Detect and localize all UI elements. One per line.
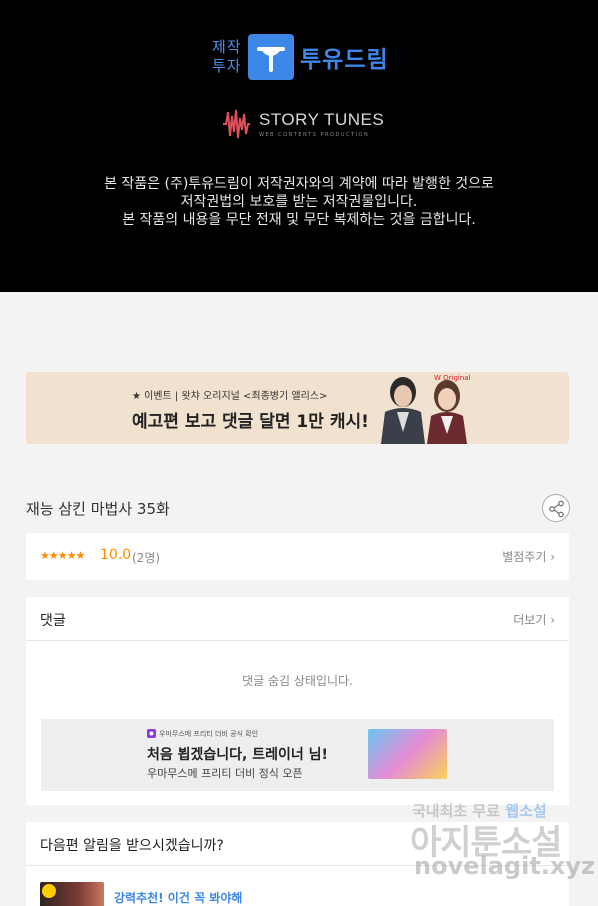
event-banner[interactable]: ★ 이벤트 | 왓챠 오리지널 <최종병기 앨리스> 예고편 보고 댓글 달면 … xyxy=(26,372,569,444)
comments-header: 댓글 더보기 › xyxy=(26,597,569,641)
rate-button[interactable]: 별점주기 › xyxy=(502,548,555,565)
studio-subtitle: WEB CONTENTS PRODUCTION xyxy=(259,132,370,138)
studio-name: STORY TUNES xyxy=(259,110,385,129)
studio-logo: STORY TUNES WEB CONTENTS PRODUCTION xyxy=(221,106,384,142)
ad-game-image xyxy=(368,729,447,779)
clock-icon xyxy=(42,884,56,898)
publisher-role-invest: 투자 xyxy=(212,57,242,75)
sound-wave-icon xyxy=(223,109,250,139)
banner-headline: 예고편 보고 댓글 달면 1만 캐시! xyxy=(132,412,369,432)
ad-caption: 우마무스메 프리티 더비 공식 확인 xyxy=(159,730,259,738)
banner-characters-image xyxy=(381,377,467,444)
share-button[interactable] xyxy=(542,494,570,522)
episode-title: 재능 삼킨 마법사 35화 xyxy=(26,500,170,518)
publisher-logo: 제작 투자 투유드림 xyxy=(212,34,389,80)
game-logo-icon xyxy=(147,729,156,738)
copyright-hero: 제작 투자 투유드림 STORY TUNES WEB CONTENTS PROD… xyxy=(0,0,598,292)
recommend-thumbnail xyxy=(40,882,104,906)
banner-brand-tag: W Original xyxy=(434,374,471,382)
rating-score: 10.0 xyxy=(100,547,132,563)
recommend-item[interactable]: 강력추천! 이건 꼭 봐야해 xyxy=(40,882,242,906)
comments-title: 댓글 xyxy=(40,613,66,629)
game-ad-banner[interactable]: 우마무스메 프리티 더비 공식 확인 처음 뵙겠습니다, 트레이너 님! 우마무… xyxy=(41,719,554,791)
comments-card: 댓글 더보기 › 댓글 숨김 상태입니다. 우마무스메 프리티 더비 공식 확인… xyxy=(26,597,569,805)
ad-subtitle: 우마무스메 프리티 더비 정식 오픈 xyxy=(147,767,303,780)
publisher-role-label: 제작 투자 xyxy=(212,38,248,76)
copyright-notice: 본 작품은 (주)투유드림이 저작권자와의 계약에 따라 발행한 것으로 저작권… xyxy=(0,175,598,229)
ad-headline: 처음 뵙겠습니다, 트레이너 님! xyxy=(147,747,328,763)
rating-count: (2명) xyxy=(132,551,161,565)
share-icon xyxy=(549,500,564,518)
recommend-label: 강력추천! 이건 꼭 봐야해 xyxy=(114,890,243,905)
notice-line: 본 작품은 (주)투유드림이 저작권자와의 계약에 따라 발행한 것으로 xyxy=(104,176,494,192)
notice-line: 저작권법의 보호를 받는 저작권물입니다. xyxy=(180,194,418,210)
watermark-url: novelagit.xyz xyxy=(414,852,596,880)
notice-line: 본 작품의 내용을 무단 전재 및 무단 복제하는 것을 금합니다. xyxy=(122,212,476,228)
rating-stars: ★★★★★ xyxy=(40,549,85,562)
publisher-mark-icon xyxy=(248,34,294,80)
banner-event-label: ★ 이벤트 | 왓챠 오리지널 <최종병기 앨리스> xyxy=(132,391,328,402)
notify-question: 다음편 알림을 받으시겠습니까? xyxy=(40,838,224,854)
comments-more-link[interactable]: 더보기 › xyxy=(513,611,555,628)
rating-card: ★★★★★ 10.0 (2명) 별점주기 › xyxy=(26,533,569,580)
publisher-role-produce: 제작 xyxy=(212,38,242,56)
comments-hidden-message: 댓글 숨김 상태입니다. xyxy=(242,674,353,688)
publisher-brand: 투유드림 xyxy=(300,47,389,73)
